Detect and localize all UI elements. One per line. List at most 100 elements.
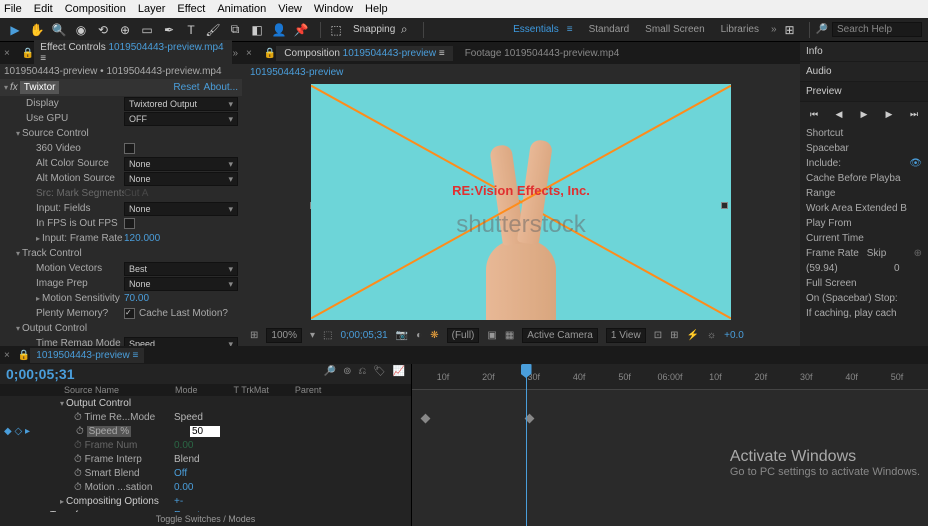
- menu-layer[interactable]: Layer: [138, 3, 166, 15]
- col-source[interactable]: Source Name: [60, 385, 123, 395]
- brush-tool-icon[interactable]: 🖌: [204, 21, 222, 39]
- tl-motioncomp-val[interactable]: 0.00: [174, 482, 407, 493]
- dd-inputfields[interactable]: None: [124, 202, 238, 216]
- lock-icon[interactable]: 🔒: [18, 350, 30, 361]
- comp-breadcrumb[interactable]: 1019504443-preview: [250, 67, 343, 78]
- menu-help[interactable]: Help: [365, 3, 388, 15]
- tl-smartblend-val[interactable]: Off: [174, 468, 407, 479]
- ws-standard[interactable]: Standard: [589, 24, 630, 35]
- transparency-icon[interactable]: ▦: [505, 330, 514, 341]
- info-header[interactable]: Info: [800, 42, 928, 62]
- dd-timeremap[interactable]: Speed: [124, 337, 238, 347]
- dd-altmotion[interactable]: None: [124, 172, 238, 186]
- view-opt2-icon[interactable]: ⊞: [670, 330, 678, 341]
- keyframe[interactable]: [421, 414, 431, 424]
- play-icon[interactable]: ▶: [856, 106, 872, 122]
- tl-compositing[interactable]: ▸Compositing Options: [4, 496, 174, 507]
- tl-search-icon[interactable]: 🔎: [324, 366, 336, 377]
- tab-footage[interactable]: Footage 1019504443-preview.mp4: [457, 46, 628, 61]
- chk-360[interactable]: [124, 143, 135, 154]
- dd-altcolor[interactable]: None: [124, 157, 238, 171]
- exposure-value[interactable]: +0.0: [724, 330, 744, 341]
- prev-frame-icon[interactable]: ◀: [831, 106, 847, 122]
- zoom-tool-icon[interactable]: 🔍: [50, 21, 68, 39]
- tl-speed-input[interactable]: 50: [190, 426, 220, 437]
- dd-display[interactable]: Twixtored Output: [124, 97, 238, 111]
- audio-header[interactable]: Audio: [800, 62, 928, 82]
- grid-icon[interactable]: ⊞: [250, 330, 258, 341]
- menu-composition[interactable]: Composition: [65, 3, 126, 15]
- menu-view[interactable]: View: [278, 3, 302, 15]
- val-inputfr[interactable]: 120.000: [124, 233, 238, 244]
- col-trkmat[interactable]: T TrkMat: [230, 385, 273, 395]
- tl-output-control[interactable]: ▾Output Control: [4, 398, 174, 409]
- lock-icon[interactable]: 🔒: [264, 48, 276, 59]
- timecode-display[interactable]: 0;00;05;31: [340, 330, 387, 341]
- camera-dropdown[interactable]: Active Camera: [522, 328, 598, 343]
- ws-essentials[interactable]: Essentials: [513, 24, 559, 35]
- anchor-tool-icon[interactable]: ⊕: [116, 21, 134, 39]
- timeline-track-area[interactable]: 10f20f30f40f50f06:00f10f20f30f40f50f: [412, 364, 928, 526]
- menu-effect[interactable]: Effect: [177, 3, 205, 15]
- timeline-tab[interactable]: 1019504443-preview ≡: [30, 348, 144, 363]
- dd-imgprep[interactable]: None: [124, 277, 238, 291]
- menu-window[interactable]: Window: [314, 3, 353, 15]
- ws-libraries[interactable]: Libraries: [721, 24, 759, 35]
- reset-link[interactable]: Reset: [173, 82, 199, 93]
- playhead[interactable]: [526, 364, 527, 526]
- prop-output-control[interactable]: ▾Output Control: [4, 323, 124, 334]
- tl-gauge-icon[interactable]: ⊚: [343, 366, 351, 377]
- prop-source-control[interactable]: ▾Source Control: [4, 128, 124, 139]
- res-icon[interactable]: ▾: [310, 330, 315, 341]
- about-link[interactable]: About...: [204, 82, 238, 93]
- transform-handle-right[interactable]: [721, 202, 728, 209]
- framerate-dropdown[interactable]: (59.94): [806, 263, 890, 274]
- snap-icon[interactable]: ⬚: [327, 21, 345, 39]
- playfrom-dropdown[interactable]: Current Time: [806, 233, 922, 244]
- next-frame-icon[interactable]: ▶: [881, 106, 897, 122]
- last-frame-icon[interactable]: ⏭: [906, 106, 922, 122]
- dd-mvectors[interactable]: Best: [124, 262, 238, 276]
- tl-tag-icon[interactable]: 🏷: [373, 366, 386, 377]
- search-help-input[interactable]: Search Help: [832, 22, 922, 37]
- view-opt1-icon[interactable]: ⊡: [654, 330, 662, 341]
- hand-tool-icon[interactable]: ✋: [28, 21, 46, 39]
- orbit-tool-icon[interactable]: ◉: [72, 21, 90, 39]
- prop-track-control[interactable]: ▾Track Control: [4, 248, 124, 259]
- range-dropdown[interactable]: Work Area Extended B: [806, 203, 922, 214]
- resolution-dropdown[interactable]: (Full): [447, 328, 480, 343]
- chk-infps[interactable]: [124, 218, 135, 229]
- first-frame-icon[interactable]: ⏮: [806, 106, 822, 122]
- text-tool-icon[interactable]: T: [182, 21, 200, 39]
- zoom-dropdown[interactable]: 100%: [266, 328, 302, 343]
- show-icon[interactable]: ◐: [416, 330, 422, 341]
- col-mode[interactable]: Mode: [171, 385, 202, 395]
- lock-icon[interactable]: 🔒: [22, 48, 34, 59]
- roto-tool-icon[interactable]: 👤: [270, 21, 288, 39]
- tl-dd-frameinterp[interactable]: Blend: [174, 454, 254, 465]
- menu-animation[interactable]: Animation: [217, 3, 266, 15]
- tab-composition[interactable]: Composition 1019504443-preview ≡: [276, 46, 452, 61]
- snap-opt-icon[interactable]: ⌕: [395, 21, 413, 39]
- preview-header[interactable]: Preview: [800, 82, 928, 102]
- eye-icon[interactable]: 👁: [909, 158, 922, 169]
- ws-reset-icon[interactable]: ⊞: [781, 21, 799, 39]
- tl-layer-icon[interactable]: ⎌: [358, 366, 366, 377]
- tab-effect-controls[interactable]: Effect Controls 1019504443-preview.mp4 ≡: [34, 40, 232, 66]
- chk-cachelast[interactable]: [124, 308, 135, 319]
- puppet-tool-icon[interactable]: 📌: [292, 21, 310, 39]
- val-msens[interactable]: 70.00: [124, 293, 238, 304]
- eraser-tool-icon[interactable]: ◧: [248, 21, 266, 39]
- fast-preview-icon[interactable]: ⚡: [687, 330, 699, 341]
- skip-dropdown[interactable]: 0: [894, 263, 922, 274]
- view-dropdown[interactable]: 1 View: [606, 328, 646, 343]
- exposure-icon[interactable]: ☼: [707, 330, 716, 341]
- rect-tool-icon[interactable]: ▭: [138, 21, 156, 39]
- clone-tool-icon[interactable]: ⧉: [226, 21, 244, 39]
- selection-tool-icon[interactable]: ▶: [6, 21, 24, 39]
- roi-icon[interactable]: ▣: [487, 330, 496, 341]
- composition-viewer[interactable]: RE:Vision Effects, Inc. shutterstock: [242, 80, 800, 324]
- effect-header[interactable]: ▾fx Twixtor Reset About...: [0, 79, 242, 96]
- ws-small[interactable]: Small Screen: [645, 24, 704, 35]
- rotate-tool-icon[interactable]: ⟲: [94, 21, 112, 39]
